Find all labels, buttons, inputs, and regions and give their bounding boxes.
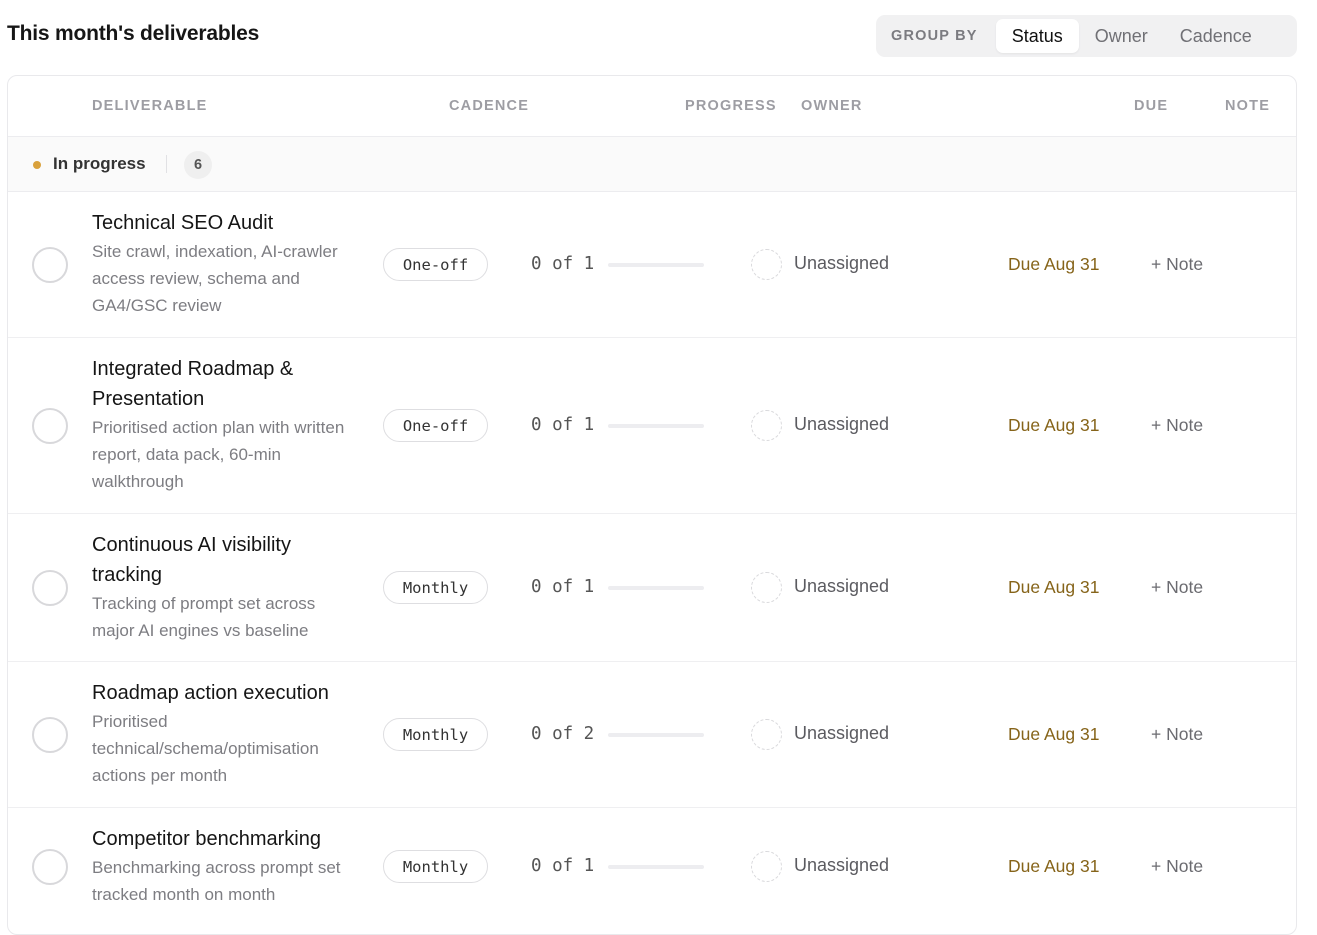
group-header-in-progress[interactable]: In progress 6 [8,137,1296,192]
due-date[interactable]: Due Aug 31 [1008,856,1099,877]
table-row[interactable]: Technical SEO Audit Site crawl, indexatio… [8,192,1296,338]
unassigned-avatar-icon[interactable] [751,851,782,882]
group-by-label: GROUP BY [891,28,978,44]
table-row[interactable]: Continuous AI visibility tracking Trackin… [8,514,1296,662]
deliverable-title: Integrated Roadmap & Presentation [92,358,294,410]
progress-bar [608,586,704,590]
column-header-note: NOTE [1225,98,1271,114]
table-header: DELIVERABLE CADENCE PROGRESS OWNER DUE N… [8,76,1296,137]
complete-checkbox[interactable] [32,717,68,753]
status-dot-icon [33,161,41,169]
cadence-badge: One-off [383,248,488,281]
add-note-button[interactable]: + Note [1151,254,1203,275]
add-note-button[interactable]: + Note [1151,577,1203,598]
deliverable-cell: Integrated Roadmap & Presentation Priorit… [92,354,362,495]
table-row[interactable]: Roadmap action execution Prioritised tech… [8,662,1296,808]
deliverable-description: Tracking of prompt set across major AI e… [92,594,316,640]
add-note-button[interactable]: + Note [1151,415,1203,436]
progress-count: 0 of 1 [531,577,595,597]
deliverable-cell: Technical SEO Audit Site crawl, indexatio… [92,208,362,319]
page-title: This month's deliverables [7,22,260,45]
group-label: In progress [53,154,146,173]
owner-label[interactable]: Unassigned [794,576,889,597]
complete-checkbox[interactable] [32,570,68,606]
group-by-owner-button[interactable]: Owner [1079,19,1164,53]
progress-count: 0 of 1 [531,415,595,435]
column-header-owner: OWNER [801,98,863,114]
due-date[interactable]: Due Aug 31 [1008,254,1099,275]
deliverable-description: Site crawl, indexation, AI-crawler acces… [92,242,338,315]
progress-bar [608,424,704,428]
due-date[interactable]: Due Aug 31 [1008,724,1099,745]
add-note-button[interactable]: + Note [1151,724,1203,745]
deliverable-description: Benchmarking across prompt set tracked m… [92,858,341,904]
group-by-cadence-button[interactable]: Cadence [1164,19,1268,53]
due-date[interactable]: Due Aug 31 [1008,415,1099,436]
table-row[interactable]: Competitor benchmarking Benchmarking acro… [8,808,1296,934]
group-by-status-button[interactable]: Status [995,19,1079,53]
cadence-badge: Monthly [383,718,488,751]
column-header-deliverable: DELIVERABLE [92,98,208,114]
deliverable-description: Prioritised technical/schema/optimisatio… [92,712,319,785]
unassigned-avatar-icon[interactable] [751,410,782,441]
progress-count: 0 of 1 [531,254,595,274]
deliverable-description: Prioritised action plan with written rep… [92,418,345,491]
column-header-due: DUE [1134,98,1169,114]
column-header-cadence: CADENCE [449,98,530,114]
unassigned-avatar-icon[interactable] [751,249,782,280]
table-row[interactable]: Integrated Roadmap & Presentation Priorit… [8,338,1296,514]
progress-bar [608,865,704,869]
cadence-badge: Monthly [383,850,488,883]
due-date[interactable]: Due Aug 31 [1008,577,1099,598]
complete-checkbox[interactable] [32,849,68,885]
progress-bar [608,733,704,737]
deliverable-title: Competitor benchmarking [92,828,321,850]
deliverable-cell: Competitor benchmarking Benchmarking acro… [92,824,362,908]
deliverable-title: Technical SEO Audit [92,212,274,234]
deliverable-title: Continuous AI visibility tracking [92,534,291,586]
deliverable-cell: Continuous AI visibility tracking Trackin… [92,530,362,644]
group-by-control: GROUP BY Status Owner Cadence [876,15,1297,57]
group-count-badge: 6 [184,151,212,179]
deliverable-title: Roadmap action execution [92,682,329,704]
add-note-button[interactable]: + Note [1151,856,1203,877]
deliverables-table: DELIVERABLE CADENCE PROGRESS OWNER DUE N… [7,75,1297,935]
complete-checkbox[interactable] [32,247,68,283]
progress-count: 0 of 1 [531,856,595,876]
cadence-badge: One-off [383,409,488,442]
cadence-badge: Monthly [383,571,488,604]
owner-label[interactable]: Unassigned [794,855,889,876]
progress-bar [608,263,704,267]
progress-count: 0 of 2 [531,724,595,744]
column-header-progress: PROGRESS [685,98,777,114]
divider [166,155,167,173]
unassigned-avatar-icon[interactable] [751,572,782,603]
owner-label[interactable]: Unassigned [794,723,889,744]
owner-label[interactable]: Unassigned [794,414,889,435]
owner-label[interactable]: Unassigned [794,253,889,274]
unassigned-avatar-icon[interactable] [751,719,782,750]
deliverable-cell: Roadmap action execution Prioritised tech… [92,678,362,789]
complete-checkbox[interactable] [32,408,68,444]
